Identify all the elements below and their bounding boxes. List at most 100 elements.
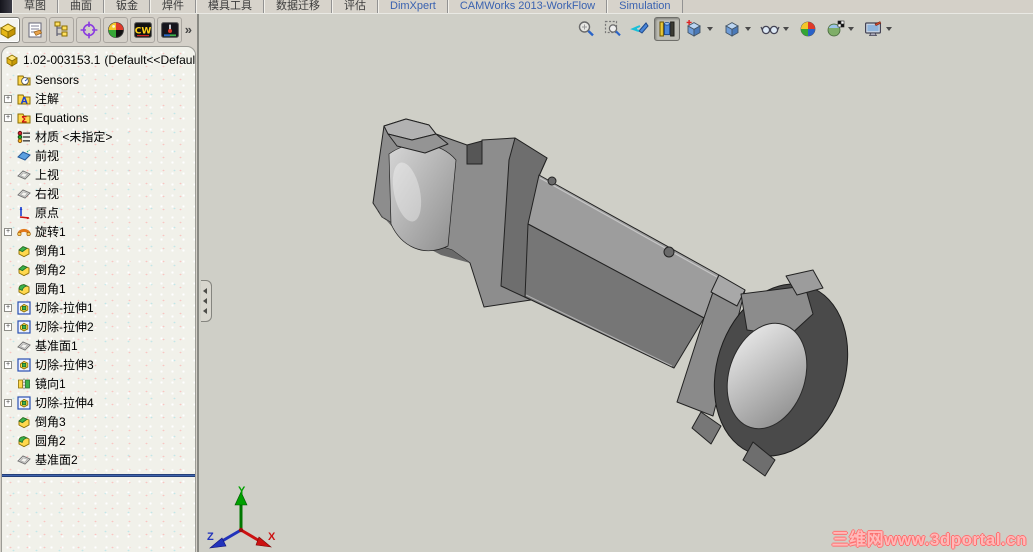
tree-item-sensors[interactable]: Sensors xyxy=(2,70,195,89)
tab-dimxpert-manager[interactable] xyxy=(76,17,101,43)
hide-show-items-button[interactable] xyxy=(757,17,794,41)
heads-up-view-toolbar xyxy=(573,17,897,41)
tab-display-manager[interactable] xyxy=(103,17,128,43)
tree-item-label: 切除-拉伸3 xyxy=(35,358,94,372)
tab-dimxpert[interactable]: DimXpert xyxy=(378,0,448,13)
tab-mold-tools[interactable]: 模具工具 xyxy=(196,0,264,13)
feature-manager-panel: » 1.02-003153.1 (Default<<Defaul Sensors… xyxy=(0,14,199,552)
tab-data-migration[interactable]: 数据迁移 xyxy=(264,0,332,13)
tab-camworks[interactable] xyxy=(130,17,155,43)
expand-box[interactable]: + xyxy=(4,304,12,312)
tree-item-plane2[interactable]: 基准面2 xyxy=(2,450,195,469)
previous-view-icon xyxy=(633,23,648,33)
cut-extrude-icon xyxy=(18,321,30,333)
window-corner-strip xyxy=(0,0,12,13)
tree-item-material[interactable]: 材质 <未指定> xyxy=(2,127,195,146)
tree-item-top-plane[interactable]: 上视 xyxy=(2,165,195,184)
view-orientation-button[interactable] xyxy=(681,17,718,41)
expand-box[interactable]: + xyxy=(4,323,12,331)
tree-item-label: 前视 xyxy=(35,149,60,163)
featuremanager-tree-icon xyxy=(1,24,15,38)
expand-box[interactable]: + xyxy=(4,114,12,122)
tree-item-annotations[interactable]: + 注解 xyxy=(2,89,195,108)
display-manager-icon xyxy=(108,23,123,38)
tree-item-mirror1[interactable]: 镜向1 xyxy=(2,374,195,393)
plane-icon xyxy=(18,171,30,179)
previous-view-button[interactable] xyxy=(627,17,653,41)
tab-configuration-manager[interactable] xyxy=(49,17,74,43)
expand-box[interactable]: + xyxy=(4,95,12,103)
panel-tab-strip: » xyxy=(0,14,197,46)
tree-item-part-root[interactable]: 1.02-003153.1 (Default<<Defaul xyxy=(2,50,195,70)
tree-item-origin[interactable]: 原点 xyxy=(2,203,195,222)
expand-box[interactable]: + xyxy=(4,361,12,369)
edit-appearance-button[interactable] xyxy=(795,17,821,41)
tree-item-label: 倒角1 xyxy=(35,244,66,258)
chevron-down-icon[interactable] xyxy=(707,27,713,31)
tab-sketch[interactable]: 草图 xyxy=(12,0,58,13)
tree-item-label: Sensors xyxy=(35,72,80,87)
tree-item-fillet1[interactable]: 圆角1 xyxy=(2,279,195,298)
expand-box[interactable]: + xyxy=(4,228,12,236)
tree-item-chamfer2[interactable]: 倒角2 xyxy=(2,260,195,279)
apply-scene-button[interactable] xyxy=(822,17,859,41)
tree-item-cut-extrude1[interactable]: + 切除-拉伸1 xyxy=(2,298,195,317)
property-manager-icon xyxy=(29,23,42,37)
view-settings-button[interactable] xyxy=(860,17,897,41)
tree-item-label: Equations xyxy=(35,110,89,125)
tree-item-cut-extrude2[interactable]: + 切除-拉伸2 xyxy=(2,317,195,336)
tree-item-right-plane[interactable]: 右视 xyxy=(2,184,195,203)
tree-item-label: 旋转1 xyxy=(35,225,66,239)
collapse-arrow-icon xyxy=(203,298,207,304)
tree-item-chamfer3[interactable]: 倒角3 xyxy=(2,412,195,431)
tab-weldments[interactable]: 焊件 xyxy=(150,0,196,13)
revolve-icon xyxy=(18,230,31,235)
tree-item-label: 倒角3 xyxy=(35,415,66,429)
tab-simulation-tree[interactable] xyxy=(157,17,182,43)
tab-evaluate[interactable]: 评估 xyxy=(332,0,378,13)
collapse-arrow-icon xyxy=(203,288,207,294)
tab-property-manager[interactable] xyxy=(22,17,47,43)
part-icon xyxy=(7,55,17,66)
panel-collapse-handle[interactable] xyxy=(201,280,212,322)
feature-tree: 1.02-003153.1 (Default<<Defaul Sensors +… xyxy=(1,46,196,552)
chevron-down-icon[interactable] xyxy=(745,27,751,31)
dimxpert-target-icon xyxy=(80,22,97,39)
triad-x-label: X xyxy=(268,531,276,543)
tree-item-fillet2[interactable]: 圆角2 xyxy=(2,431,195,450)
tree-item-label: 切除-拉伸4 xyxy=(35,396,94,410)
display-style-button[interactable] xyxy=(719,17,756,41)
tree-item-front-plane[interactable]: 前视 xyxy=(2,146,195,165)
chevron-down-icon[interactable] xyxy=(886,27,892,31)
tab-simulation[interactable]: Simulation xyxy=(607,0,683,13)
tab-featuremanager-tree[interactable] xyxy=(0,17,20,43)
fillet-icon xyxy=(19,284,29,294)
part-name: 1.02-003153.1 xyxy=(23,53,101,67)
tree-item-cut-extrude3[interactable]: + 切除-拉伸3 xyxy=(2,355,195,374)
tree-item-plane1[interactable]: 基准面1 xyxy=(2,336,195,355)
tree-item-revolve1[interactable]: + 旋转1 xyxy=(2,222,195,241)
tab-camworks-workflow[interactable]: CAMWorks 2013-WorkFlow xyxy=(447,0,608,13)
chevron-down-icon[interactable] xyxy=(848,27,854,31)
tab-surfaces[interactable]: 曲面 xyxy=(58,0,104,13)
graphics-viewport[interactable]: Y Z X 三维网www.3dportal.cn xyxy=(201,14,1033,552)
tree-item-cut-extrude4[interactable]: + 切除-拉伸4 xyxy=(2,393,195,412)
rollback-bar[interactable] xyxy=(2,474,195,477)
panel-tabs-overflow-button[interactable]: » xyxy=(185,22,196,39)
appearance-ball-icon xyxy=(801,22,815,36)
zoom-to-fit-button[interactable] xyxy=(573,17,599,41)
display-style-icon xyxy=(726,23,738,36)
chevron-down-icon[interactable] xyxy=(783,27,789,31)
tab-sheet-metal[interactable]: 钣金 xyxy=(104,0,150,13)
section-view-button[interactable] xyxy=(654,17,680,41)
tree-item-equations[interactable]: + Equations xyxy=(2,108,195,127)
watermark-text: 三维网www.3dportal.cn xyxy=(831,530,1027,549)
tree-item-chamfer1[interactable]: 倒角1 xyxy=(2,241,195,260)
tree-item-label: 原点 xyxy=(35,206,60,220)
chamfer-icon xyxy=(19,246,29,256)
cut-extrude-icon xyxy=(18,397,30,409)
expand-box[interactable]: + xyxy=(4,399,12,407)
tree-item-label: 基准面2 xyxy=(35,453,78,467)
zoom-to-area-button[interactable] xyxy=(600,17,626,41)
model-canvas[interactable] xyxy=(201,14,1033,552)
